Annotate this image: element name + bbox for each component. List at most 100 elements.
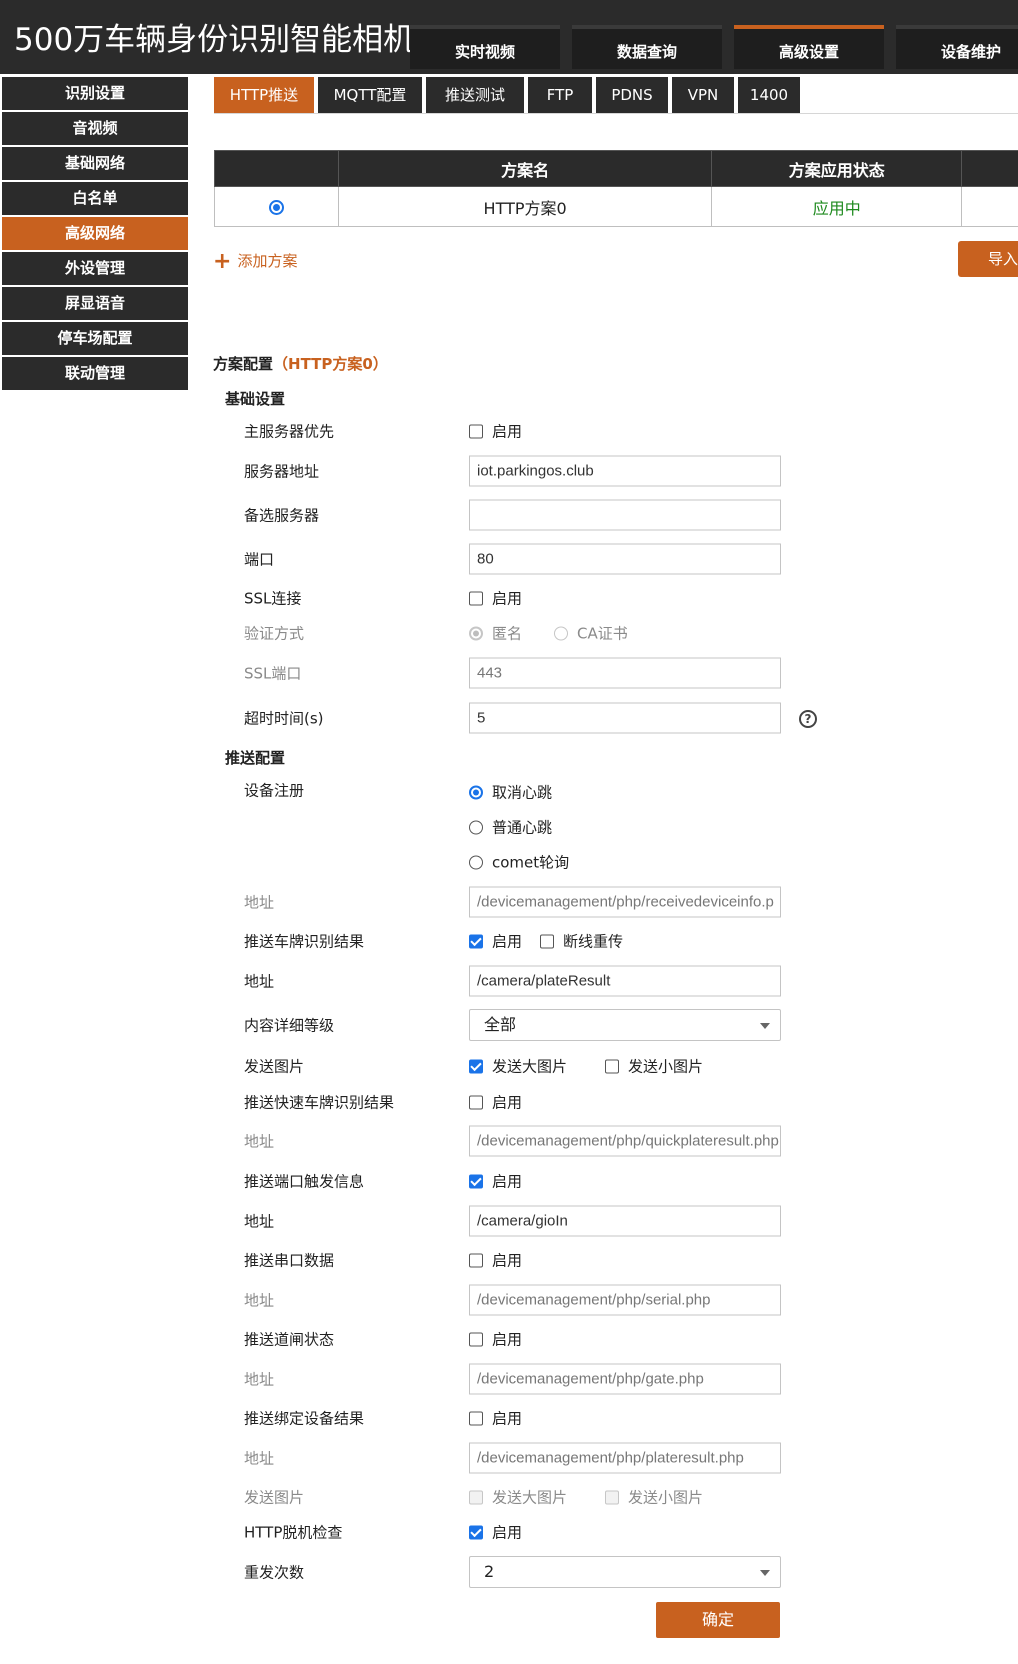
bind-address-label: 地址 [244,1449,275,1468]
radio-button[interactable] [469,855,483,869]
register-address-label: 地址 [244,893,275,912]
nav-realtime-video[interactable]: 实时视频 [410,25,560,69]
checkbox-box[interactable] [469,591,483,605]
quick-plate-label: 推送快速车牌识别结果 [244,1093,395,1112]
quick-plate-checkbox[interactable]: 启用 [469,1092,522,1113]
offline-check-checkbox[interactable]: 启用 [469,1522,522,1543]
table-header-select [214,150,339,187]
ssl-port-input[interactable]: 443 [469,657,781,689]
tab-vpn[interactable]: VPN [672,77,734,114]
send-small-image-label: 发送小图片 [628,1057,704,1076]
auth-anonymous-radio[interactable] [469,626,483,640]
nav-data-query[interactable]: 数据查询 [572,25,722,69]
nav-advanced-settings[interactable]: 高级设置 [734,25,884,69]
sidebar-item-basic-network[interactable]: 基础网络 [2,147,188,180]
sidebar-item-recognition[interactable]: 识别设置 [2,77,188,110]
bind-large-image-checkbox[interactable] [469,1490,483,1504]
serial-data-checkbox[interactable]: 启用 [469,1250,522,1271]
sidebar-item-whitelist[interactable]: 白名单 [2,182,188,215]
server-address-input[interactable]: iot.parkingos.club [469,455,781,487]
import-button[interactable]: 导入 [958,241,1018,277]
add-scheme-button[interactable]: + 添加方案 [213,249,297,274]
confirm-button[interactable]: 确定 [656,1602,780,1638]
send-large-image-label: 发送大图片 [492,1057,568,1076]
auth-anonymous-label: 匿名 [492,624,523,643]
port-address-label: 地址 [244,1212,275,1231]
port-input[interactable]: 80 [469,543,781,575]
tab-1400[interactable]: 1400 [738,77,800,114]
checkbox-label: 启用 [492,1251,523,1270]
quick-address-input[interactable]: /devicemanagement/php/quickplateresult.p… [469,1125,781,1157]
checkbox-label: 启用 [492,1409,523,1428]
serial-address-input[interactable]: /devicemanagement/php/serial.php [469,1284,781,1316]
radio-label: 取消心跳 [492,783,553,802]
port-trigger-label: 推送端口触发信息 [244,1172,365,1191]
sidebar-item-parking[interactable]: 停车场配置 [2,322,188,355]
sidebar-item-linkage[interactable]: 联动管理 [2,357,188,390]
header-bar: 500万车辆身份识别智能相机 实时视频 数据查询 高级设置 设备维护 [0,0,1018,74]
gate-address-input[interactable]: /devicemanagement/php/gate.php [469,1363,781,1395]
tab-push-test[interactable]: 推送测试 [426,77,524,114]
table-header-scheme-name: 方案名 [337,150,713,187]
checkbox-box[interactable] [469,1411,483,1425]
scheme-select-cell[interactable] [214,186,339,227]
send-small-image-checkbox[interactable] [605,1059,620,1073]
scheme-status: 应用中 [711,186,963,227]
checkbox-box[interactable] [469,1253,483,1267]
tab-http-push[interactable]: HTTP推送 [214,77,314,114]
register-cancel-heartbeat[interactable]: 取消心跳 [469,782,552,803]
checkbox-box[interactable] [469,424,483,438]
timeout-input[interactable]: 5 [469,702,781,734]
main-server-priority-checkbox[interactable]: 启用 [469,421,522,442]
bind-result-checkbox[interactable]: 启用 [469,1408,522,1429]
detail-level-select[interactable]: 全部 [469,1009,781,1041]
server-address-label: 服务器地址 [244,462,320,481]
sidebar-item-display-voice[interactable]: 屏显语音 [2,287,188,320]
sidebar-item-peripherals[interactable]: 外设管理 [2,252,188,285]
port-trigger-checkbox[interactable]: 启用 [469,1171,522,1192]
tab-mqtt[interactable]: MQTT配置 [318,77,422,114]
chevron-down-icon [760,1023,770,1029]
sidebar-item-advanced-network[interactable]: 高级网络 [2,217,188,250]
checkbox-box[interactable] [469,1174,483,1188]
bind-address-input[interactable]: /devicemanagement/php/plateresult.php [469,1442,781,1474]
nav-device-maintenance[interactable]: 设备维护 [896,25,1018,69]
scheme-config-title: 方案配置（HTTP方案0） [213,353,388,374]
plus-icon: + [213,249,232,274]
plate-address-input[interactable]: /camera/plateResult [469,965,781,997]
auth-ca-radio[interactable] [554,626,569,640]
scheme-radio[interactable] [268,200,284,215]
reconnect-resend-checkbox[interactable] [540,934,555,948]
sidebar-item-audio-video[interactable]: 音视频 [2,112,188,145]
tab-ftp[interactable]: FTP [528,77,592,114]
port-address-input[interactable]: /camera/gioIn [469,1205,781,1237]
register-normal-heartbeat[interactable]: 普通心跳 [469,817,552,838]
register-comet-polling[interactable]: comet轮询 [469,852,569,873]
radio-button[interactable] [469,820,483,834]
ssl-port-label: SSL端口 [244,664,302,683]
checkbox-label: 启用 [492,589,523,608]
plate-result-options: 启用 断线重传 [469,931,623,952]
checkbox-box[interactable] [469,1332,483,1346]
help-icon[interactable]: ? [799,710,817,728]
retry-count-select[interactable]: 2 [469,1556,781,1588]
bind-small-image-label: 发送小图片 [628,1488,704,1507]
radio-button[interactable] [469,785,483,799]
backup-server-input[interactable] [469,499,781,531]
timeout-label: 超时时间(s) [244,709,324,728]
app-title: 500万车辆身份识别智能相机 [14,22,415,58]
table-header-extra [961,150,1018,187]
offline-check-label: HTTP脱机检查 [244,1523,343,1542]
checkbox-box[interactable] [469,1095,483,1109]
ssl-checkbox[interactable]: 启用 [469,588,522,609]
bind-small-image-checkbox[interactable] [605,1490,620,1504]
send-large-image-checkbox[interactable] [469,1059,483,1073]
table-row[interactable]: HTTP方案0 应用中 [214,186,1018,227]
gate-status-checkbox[interactable]: 启用 [469,1329,522,1350]
checkbox-box[interactable] [469,1525,483,1539]
radio-label: comet轮询 [492,853,570,872]
plate-result-checkbox[interactable] [469,934,483,948]
register-address-input[interactable]: /devicemanagement/php/receivedeviceinfo.… [469,886,781,918]
retry-count-value: 2 [484,1562,495,1581]
tab-pdns[interactable]: PDNS [596,77,668,114]
